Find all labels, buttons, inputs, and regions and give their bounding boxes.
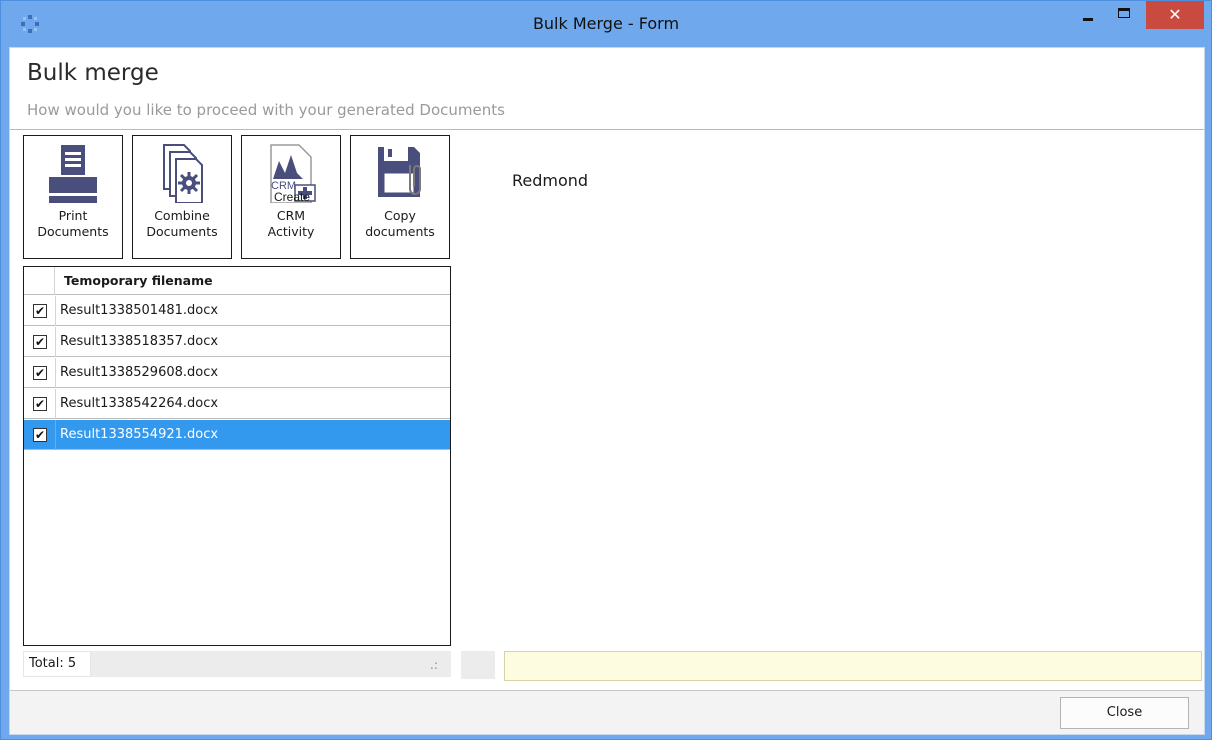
row-filename: Result1338542264.docx: [60, 396, 219, 411]
table-row[interactable]: ✔ Result1338529608.docx: [24, 358, 450, 388]
total-value: 5: [67, 656, 77, 671]
crm-activity-label: CRM Activity: [267, 208, 315, 239]
printer-icon: [49, 145, 97, 203]
combine-documents-label: Combine Documents: [146, 208, 218, 239]
table-row[interactable]: ✔ Result1338542264.docx: [24, 389, 450, 419]
row-checkbox[interactable]: ✔: [33, 397, 47, 411]
header-check-column: [24, 267, 55, 295]
row-filename: Result1338518357.docx: [60, 334, 219, 349]
row-divider: [55, 296, 56, 326]
form-header: Bulk merge How would you like to proceed…: [10, 48, 1204, 130]
row-filename: Result1338501481.docx: [60, 303, 219, 318]
row-divider: [55, 327, 56, 357]
column-header-filename[interactable]: Temoporary filename: [64, 267, 213, 295]
total-label: Total:: [29, 656, 64, 671]
maximize-button[interactable]: [1107, 1, 1141, 31]
row-divider: [55, 358, 56, 388]
location-text: Redmond: [512, 171, 589, 190]
row-divider: [55, 420, 56, 450]
window-title: Bulk Merge - Form: [532, 14, 680, 33]
row-filename: Result1338529608.docx: [60, 365, 219, 380]
resize-grip-icon[interactable]: .:: [430, 659, 438, 671]
page-subtitle: How would you like to proceed with your …: [27, 101, 505, 119]
total-count: Total: 5: [23, 651, 91, 677]
row-checkbox[interactable]: ✔: [33, 335, 47, 349]
minimize-icon: [1083, 18, 1093, 21]
row-divider: [55, 389, 56, 419]
create-overlay-text: Create: [274, 190, 310, 203]
table-row[interactable]: ✔ Result1338518357.docx: [24, 327, 450, 357]
status-bar: [91, 651, 451, 677]
copy-documents-button[interactable]: Copy documents: [350, 135, 450, 259]
title-bar[interactable]: Bulk Merge - Form ✕: [1, 1, 1211, 47]
filename-grid[interactable]: Temoporary filename ✔ Result1338501481.d…: [23, 266, 451, 646]
header-divider: [10, 129, 1204, 130]
status-indicator-box: [461, 651, 495, 679]
floppy-copy-icon: [378, 147, 421, 197]
minimize-button[interactable]: [1071, 1, 1105, 31]
window: Bulk Merge - Form ✕ Bulk merge How would…: [0, 0, 1212, 740]
page-title: Bulk merge: [27, 60, 159, 86]
form-client-area: Bulk merge How would you like to proceed…: [9, 47, 1205, 735]
row-filename: Result1338554921.docx: [60, 427, 219, 442]
crm-activity-icon: CRM Create: [270, 144, 316, 203]
create-crm-activity-button[interactable]: CRM Create CRM Activity: [241, 135, 341, 259]
close-window-button[interactable]: ✕: [1146, 1, 1204, 29]
maximize-icon: [1118, 8, 1130, 18]
close-icon: ✕: [1168, 5, 1182, 24]
row-checkbox[interactable]: ✔: [33, 428, 47, 442]
footer-bar: Close: [10, 690, 1204, 734]
row-checkbox[interactable]: ✔: [33, 304, 47, 318]
row-checkbox[interactable]: ✔: [33, 366, 47, 380]
table-row-selected[interactable]: ✔ Result1338554921.docx: [24, 420, 450, 450]
grid-header: Temoporary filename: [24, 267, 450, 295]
close-button[interactable]: Close: [1060, 697, 1189, 729]
table-row[interactable]: ✔ Result1338501481.docx: [24, 296, 450, 326]
info-field[interactable]: [504, 651, 1202, 681]
print-documents-button[interactable]: Print Documents: [23, 135, 123, 259]
combine-documents-button[interactable]: Combine Documents: [132, 135, 232, 259]
print-documents-label: Print Documents: [37, 208, 109, 239]
copy-documents-label: Copy documents: [365, 208, 435, 239]
combine-documents-icon: [163, 144, 203, 203]
